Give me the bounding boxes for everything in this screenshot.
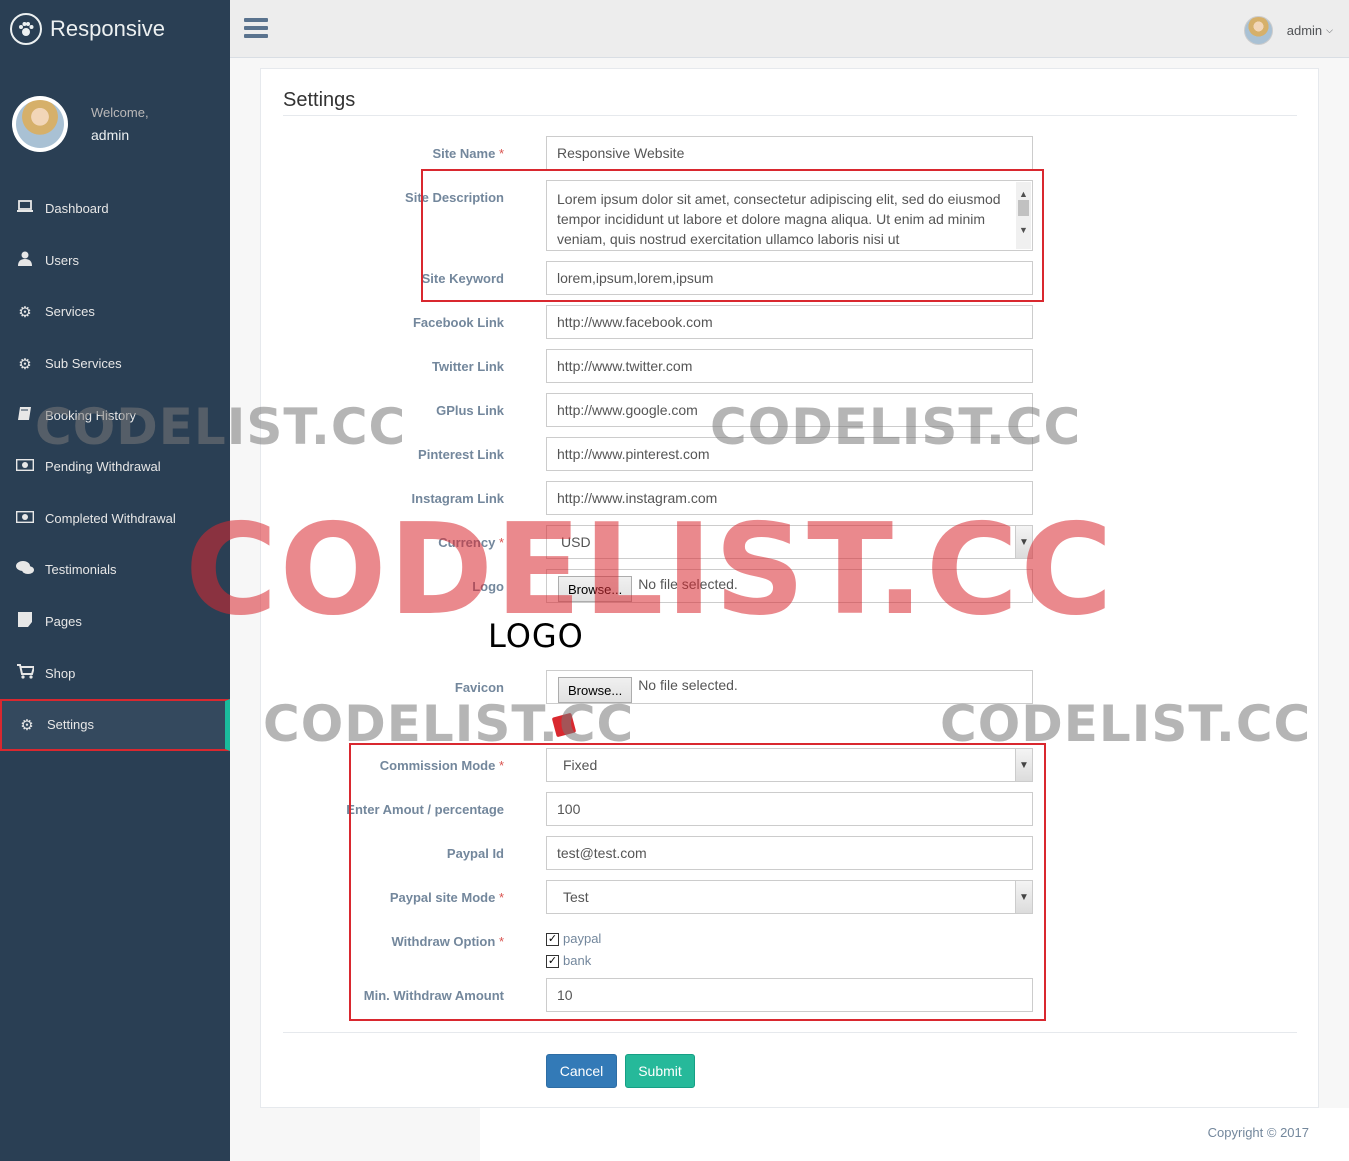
money-icon xyxy=(15,510,35,527)
pinterest-link-input[interactable]: http://www.pinterest.com xyxy=(546,437,1033,471)
currency-value: USD xyxy=(561,534,591,550)
pinterest-link-label: Pinterest Link xyxy=(418,447,504,462)
comments-icon xyxy=(15,560,35,579)
highlight-box xyxy=(421,169,1044,302)
profile-name: admin xyxy=(91,127,130,143)
divider xyxy=(283,1032,1297,1033)
gear-icon: ⚙ xyxy=(20,716,34,734)
file-icon xyxy=(15,612,35,631)
submit-button[interactable]: Submit xyxy=(625,1054,695,1088)
laptop-icon xyxy=(15,200,35,217)
sidebar-item-booking-history[interactable]: Booking History xyxy=(0,389,230,441)
highlight-box xyxy=(349,743,1046,1021)
sidebar: Responsive Welcome, admin Dashboard User… xyxy=(0,0,230,1161)
sidebar-item-label: Pages xyxy=(45,614,82,630)
sidebar-item-dashboard[interactable]: Dashboard xyxy=(0,183,230,235)
gplus-link-label: GPlus Link xyxy=(436,403,504,418)
avatar xyxy=(12,96,68,152)
sidebar-item-testimonials[interactable]: Testimonials xyxy=(0,544,230,596)
favicon-file-status: No file selected. xyxy=(638,677,738,693)
main-content: Settings Site Name * Responsive Website … xyxy=(230,58,1349,1161)
money-icon xyxy=(15,458,35,475)
site-name-label: Site Name * xyxy=(432,146,504,161)
instagram-link-input[interactable]: http://www.instagram.com xyxy=(546,481,1033,515)
sidebar-nav: Dashboard Users ⚙ Services ⚙ Sub Service… xyxy=(0,183,230,751)
sidebar-item-label: Services xyxy=(45,304,95,320)
favicon-file-input[interactable]: Browse... No file selected. xyxy=(546,670,1033,704)
favicon-preview xyxy=(551,712,577,738)
sidebar-item-label: Shop xyxy=(45,665,76,681)
sidebar-item-services[interactable]: ⚙ Services xyxy=(0,286,230,338)
gear-icon: ⚙ xyxy=(18,355,32,373)
user-menu[interactable]: admin ⌵ xyxy=(1243,16,1333,45)
brand-name: Responsive xyxy=(50,16,165,41)
copyright-text: Copyright © 2017 xyxy=(1207,1125,1309,1140)
settings-panel: Settings Site Name * Responsive Website … xyxy=(260,68,1319,1108)
currency-label: Currency * xyxy=(438,535,504,550)
profile: Welcome, admin xyxy=(12,96,149,152)
book-icon xyxy=(15,406,35,425)
sidebar-item-label: Users xyxy=(45,252,79,268)
facebook-link-input[interactable]: http://www.facebook.com xyxy=(546,305,1033,339)
welcome-text: Welcome, xyxy=(91,105,149,120)
cart-icon xyxy=(15,663,35,683)
facebook-link-label: Facebook Link xyxy=(412,315,504,330)
logo-browse-button[interactable]: Browse... xyxy=(558,576,633,602)
logo-file-input[interactable]: Browse... No file selected. xyxy=(546,569,1033,603)
sidebar-item-shop[interactable]: Shop xyxy=(0,647,230,699)
instagram-link-label: Instagram Link xyxy=(411,491,504,506)
gplus-link-input[interactable]: http://www.google.com xyxy=(546,393,1033,427)
menu-toggle-icon[interactable] xyxy=(244,18,268,38)
sidebar-item-label: Pending Withdrawal xyxy=(45,459,161,475)
sidebar-item-settings[interactable]: ⚙ Settings xyxy=(0,698,230,751)
avatar xyxy=(1243,16,1273,45)
currency-select[interactable]: USD ▼ xyxy=(546,525,1033,559)
brand[interactable]: Responsive xyxy=(0,0,230,58)
chevron-down-icon: ⌵ xyxy=(1326,25,1333,35)
footer: Copyright © 2017 xyxy=(480,1108,1349,1161)
logo-file-status: No file selected. xyxy=(638,576,738,592)
sidebar-item-pending-withdrawal[interactable]: Pending Withdrawal xyxy=(0,441,230,493)
favicon-browse-button[interactable]: Browse... xyxy=(558,677,633,703)
sidebar-item-sub-services[interactable]: ⚙ Sub Services xyxy=(0,338,230,390)
favicon-label: Favicon xyxy=(454,680,504,695)
sidebar-item-label: Settings xyxy=(47,717,94,733)
user-icon xyxy=(15,251,35,270)
twitter-link-input[interactable]: http://www.twitter.com xyxy=(546,349,1033,383)
sidebar-item-completed-withdrawal[interactable]: Completed Withdrawal xyxy=(0,493,230,545)
sidebar-item-label: Dashboard xyxy=(45,201,109,217)
cancel-button[interactable]: Cancel xyxy=(546,1054,617,1088)
paw-icon xyxy=(10,13,42,45)
sidebar-item-label: Sub Services xyxy=(45,356,122,372)
logo-preview: LOGO xyxy=(488,617,584,655)
top-nav: admin ⌵ xyxy=(230,0,1349,58)
page-title: Settings xyxy=(283,89,356,111)
user-name: admin xyxy=(1286,23,1323,38)
sidebar-item-label: Booking History xyxy=(45,407,137,423)
divider xyxy=(283,115,1297,116)
sidebar-item-label: Testimonials xyxy=(45,562,117,578)
sidebar-item-users[interactable]: Users xyxy=(0,235,230,287)
logo-label: Logo xyxy=(472,579,504,594)
sidebar-item-label: Completed Withdrawal xyxy=(45,510,176,526)
site-name-input[interactable]: Responsive Website xyxy=(546,136,1033,170)
chevron-down-icon[interactable]: ▼ xyxy=(1015,526,1032,558)
sidebar-item-pages[interactable]: Pages xyxy=(0,596,230,648)
twitter-link-label: Twitter Link xyxy=(432,359,504,374)
gear-icon: ⚙ xyxy=(18,303,32,321)
